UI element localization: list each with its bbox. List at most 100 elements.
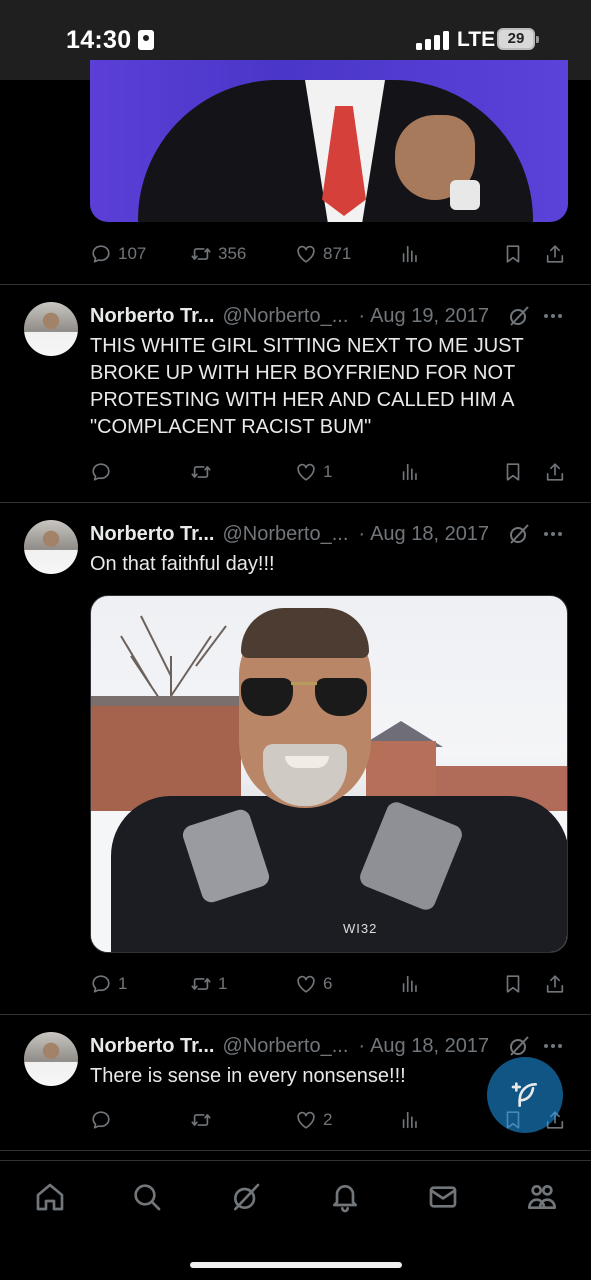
tweet-divider [0, 284, 591, 285]
bookmark-button[interactable] [502, 457, 524, 487]
like-button[interactable]: 1 [295, 457, 332, 487]
views-button[interactable] [399, 1105, 421, 1135]
more-icon[interactable] [541, 304, 565, 328]
views-icon [399, 1109, 421, 1131]
reply-button[interactable] [90, 457, 118, 487]
bookmark-button[interactable] [502, 969, 524, 999]
compose-icon [509, 1079, 541, 1111]
reply-button[interactable]: 107 [90, 239, 146, 269]
heart-icon [295, 243, 317, 265]
views-icon [399, 243, 421, 265]
home-indicator[interactable] [190, 1262, 402, 1268]
retweet-button[interactable]: 1 [190, 969, 227, 999]
username[interactable]: @Norberto_... [222, 523, 348, 546]
share-button[interactable] [544, 239, 566, 269]
display-name[interactable]: Norberto Tr... [90, 523, 214, 546]
retweet-count: 356 [218, 244, 247, 263]
more-icon[interactable] [541, 522, 565, 546]
communities-icon [526, 1181, 558, 1213]
reply-button[interactable] [90, 1105, 118, 1135]
network-type: LTE [457, 28, 496, 51]
tweet-actions: 1 1 6 [90, 969, 568, 999]
retweet-icon [190, 243, 212, 265]
tweet-date[interactable]: Aug 18, 2017 [370, 1035, 489, 1058]
share-button[interactable] [544, 457, 566, 487]
share-icon [544, 461, 566, 483]
username[interactable]: @Norberto_... [222, 1035, 348, 1058]
like-count: 6 [323, 974, 333, 993]
nav-notifications[interactable] [329, 1181, 361, 1213]
nav-messages[interactable] [427, 1181, 459, 1213]
nav-search[interactable] [131, 1181, 163, 1213]
share-button[interactable] [544, 969, 566, 999]
retweet-icon [190, 1109, 212, 1131]
like-button[interactable]: 871 [295, 239, 351, 269]
tweet-header: Norberto Tr... @Norberto_... · Aug 19, 2… [90, 302, 489, 330]
tweet-text: THIS WHITE GIRL SITTING NEXT TO ME JUST … [90, 335, 529, 438]
tweet-header: Norberto Tr... @Norberto_... · Aug 18, 2… [90, 520, 489, 548]
search-icon [131, 1181, 163, 1213]
tweet-date[interactable]: Aug 19, 2017 [370, 305, 489, 328]
battery-icon: 29 [497, 28, 539, 50]
photo-hair [241, 608, 369, 658]
like-button[interactable]: 6 [295, 969, 332, 999]
bookmark-icon [502, 243, 524, 265]
heart-icon [295, 461, 317, 483]
tweet-actions: 107 356 871 [90, 239, 568, 269]
jacket-logo: WI32 [343, 921, 378, 936]
retweet-count: 1 [218, 974, 228, 993]
like-count: 2 [323, 1110, 333, 1129]
tweet-divider [0, 502, 591, 503]
reply-icon [90, 973, 112, 995]
reply-button[interactable]: 1 [90, 969, 127, 999]
separator-dot: · [358, 522, 366, 545]
display-name[interactable]: Norberto Tr... [90, 1035, 214, 1058]
reply-count: 107 [118, 244, 147, 263]
heart-icon [295, 1109, 317, 1131]
tweet-text: On that faithful day!!! [90, 553, 275, 575]
avatar[interactable] [24, 520, 78, 574]
tweet-header: Norberto Tr... @Norberto_... · Aug 18, 2… [90, 1032, 489, 1060]
home-icon [34, 1181, 66, 1213]
retweet-button[interactable]: 356 [190, 239, 246, 269]
retweet-icon [190, 973, 212, 995]
views-button[interactable] [399, 457, 421, 487]
reply-icon [90, 1109, 112, 1131]
photo-jacket [111, 796, 567, 952]
sunglasses-bridge [291, 682, 317, 685]
share-icon [544, 243, 566, 265]
photo-smile [285, 756, 329, 768]
tweet-photo[interactable]: WI32 [90, 595, 568, 953]
views-icon [399, 461, 421, 483]
bookmark-button[interactable] [502, 239, 524, 269]
tweet-divider [0, 1150, 591, 1151]
nav-home[interactable] [34, 1181, 66, 1213]
tweet-actions: 1 [90, 457, 568, 487]
views-button[interactable] [399, 239, 421, 269]
tweet-date[interactable]: Aug 18, 2017 [370, 523, 489, 546]
bookmark-icon [502, 973, 524, 995]
messages-icon [427, 1181, 459, 1213]
like-button[interactable]: 2 [295, 1105, 332, 1135]
signal-icon [416, 30, 450, 50]
nav-communities[interactable] [526, 1181, 558, 1213]
views-icon [399, 973, 421, 995]
notifications-icon [329, 1181, 361, 1213]
avatar[interactable] [24, 302, 78, 356]
tweet-media-image[interactable] [90, 60, 568, 222]
nav-grok[interactable] [230, 1181, 262, 1213]
separator-dot: · [358, 1034, 366, 1057]
username[interactable]: @Norberto_... [222, 305, 348, 328]
display-name[interactable]: Norberto Tr... [90, 305, 214, 328]
views-button[interactable] [399, 969, 421, 999]
compose-button[interactable] [487, 1057, 563, 1133]
avatar[interactable] [24, 1032, 78, 1086]
retweet-button[interactable] [190, 1105, 218, 1135]
grok-icon[interactable] [507, 304, 531, 328]
reply-icon [90, 461, 112, 483]
more-icon[interactable] [541, 1034, 565, 1058]
retweet-button[interactable] [190, 457, 218, 487]
grok-icon[interactable] [507, 1034, 531, 1058]
grok-icon[interactable] [507, 522, 531, 546]
retweet-icon [190, 461, 212, 483]
